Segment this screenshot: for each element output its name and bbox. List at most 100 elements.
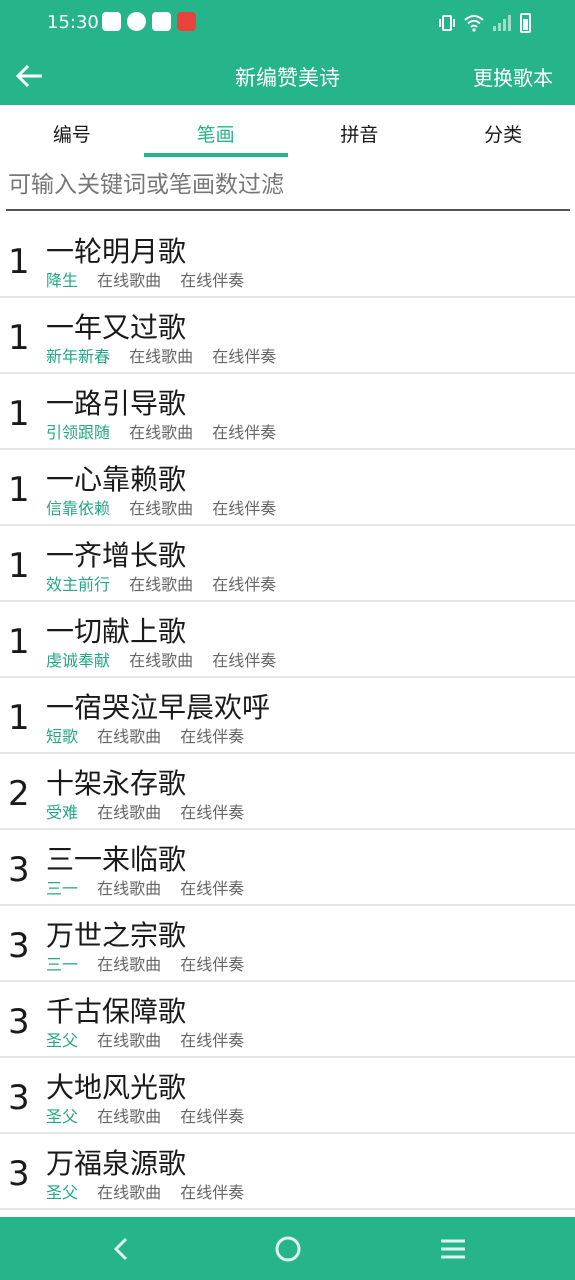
signal-icon [493, 15, 511, 31]
nav-menu-icon[interactable] [435, 1231, 471, 1267]
online-accompaniment-link[interactable]: 在线伴奏 [180, 1031, 244, 1050]
nav-home-icon[interactable] [270, 1231, 306, 1267]
song-title[interactable]: 一切献上歌 [46, 610, 186, 650]
song-row[interactable]: 1 一心靠赖歌 信靠依赖 在线歌曲 在线伴奏 [0, 450, 575, 526]
tab-strokes[interactable]: 笔画 [143, 105, 288, 159]
battery-icon [520, 13, 531, 33]
song-title[interactable]: 万世之宗歌 [46, 914, 186, 954]
song-category: 效主前行 [46, 575, 111, 594]
song-row[interactable]: 1 一切献上歌 虔诚奉献 在线歌曲 在线伴奏 [0, 602, 575, 678]
song-row[interactable]: 3 大地风光歌 圣父 在线歌曲 在线伴奏 [0, 1058, 575, 1134]
song-category: 降生 [46, 271, 79, 290]
tab-pinyin[interactable]: 拼音 [288, 105, 432, 159]
song-category: 三一 [46, 879, 79, 898]
song-title[interactable]: 一心靠赖歌 [46, 458, 186, 498]
online-accompaniment-link[interactable]: 在线伴奏 [180, 727, 244, 746]
song-row[interactable]: 1 一路引导歌 引领跟随 在线歌曲 在线伴奏 [0, 374, 575, 450]
mail-icon [102, 12, 121, 31]
system-icons [438, 13, 531, 33]
song-title[interactable]: 一轮明月歌 [46, 230, 186, 270]
online-accompaniment-link[interactable]: 在线伴奏 [212, 651, 276, 670]
filter-input[interactable] [6, 166, 572, 198]
song-meta: 信靠依赖 在线歌曲 在线伴奏 [46, 495, 290, 519]
online-song-link[interactable]: 在线歌曲 [97, 1031, 161, 1050]
online-song-link[interactable]: 在线歌曲 [97, 271, 161, 290]
notification-icons [102, 12, 196, 31]
online-accompaniment-link[interactable]: 在线伴奏 [180, 1183, 244, 1202]
online-song-link[interactable]: 在线歌曲 [129, 347, 193, 366]
online-song-link[interactable]: 在线歌曲 [97, 879, 161, 898]
song-category: 受难 [46, 803, 79, 822]
online-song-link[interactable]: 在线歌曲 [97, 803, 161, 822]
stroke-count: 1 [8, 546, 30, 586]
song-title[interactable]: 万福泉源歌 [46, 1142, 186, 1182]
online-song-link[interactable]: 在线歌曲 [129, 575, 193, 594]
filter-field [6, 166, 572, 211]
song-row[interactable]: 3 千古保障歌 圣父 在线歌曲 在线伴奏 [0, 982, 575, 1058]
song-meta: 新年新春 在线歌曲 在线伴奏 [46, 343, 290, 367]
online-song-link[interactable]: 在线歌曲 [97, 727, 161, 746]
song-row[interactable]: 3 三一来临歌 三一 在线歌曲 在线伴奏 [0, 830, 575, 906]
song-title[interactable]: 千古保障歌 [46, 990, 186, 1030]
nav-back-icon[interactable] [104, 1231, 140, 1267]
online-accompaniment-link[interactable]: 在线伴奏 [180, 879, 244, 898]
change-songbook-button[interactable]: 更换歌本 [473, 62, 553, 91]
online-accompaniment-link[interactable]: 在线伴奏 [212, 423, 276, 442]
tab-number[interactable]: 编号 [0, 105, 144, 159]
online-accompaniment-link[interactable]: 在线伴奏 [180, 955, 244, 974]
song-category: 圣父 [46, 1183, 79, 1202]
song-row[interactable]: 2 十架永存歌 受难 在线歌曲 在线伴奏 [0, 754, 575, 830]
song-list: 1 一轮明月歌 降生 在线歌曲 在线伴奏 1 一年又过歌 新年新春 在线歌曲 在… [0, 222, 575, 1210]
tab-category[interactable]: 分类 [431, 105, 575, 159]
online-song-link[interactable]: 在线歌曲 [97, 1183, 161, 1202]
stroke-count: 3 [8, 1154, 30, 1194]
online-song-link[interactable]: 在线歌曲 [129, 423, 193, 442]
song-meta: 短歌 在线歌曲 在线伴奏 [46, 723, 258, 747]
song-meta: 引领跟随 在线歌曲 在线伴奏 [46, 419, 290, 443]
song-title[interactable]: 一年又过歌 [46, 306, 186, 346]
song-title[interactable]: 十架永存歌 [46, 762, 186, 802]
song-meta: 降生 在线歌曲 在线伴奏 [46, 267, 258, 291]
online-accompaniment-link[interactable]: 在线伴奏 [180, 1107, 244, 1126]
song-title[interactable]: 三一来临歌 [46, 838, 186, 878]
stroke-count: 2 [8, 774, 30, 814]
song-category: 三一 [46, 955, 79, 974]
stroke-count: 3 [8, 850, 30, 890]
tab-bar: 编号 笔画 拼音 分类 [0, 105, 575, 159]
song-category: 信靠依赖 [46, 499, 111, 518]
song-row[interactable]: 1 一宿哭泣早晨欢呼 短歌 在线歌曲 在线伴奏 [0, 678, 575, 754]
online-accompaniment-link[interactable]: 在线伴奏 [212, 575, 276, 594]
online-song-link[interactable]: 在线歌曲 [97, 1107, 161, 1126]
song-category: 圣父 [46, 1031, 79, 1050]
song-title[interactable]: 一宿哭泣早晨欢呼 [46, 686, 270, 726]
song-row[interactable]: 1 一轮明月歌 降生 在线歌曲 在线伴奏 [0, 222, 575, 298]
book-app-icon [152, 12, 171, 31]
stroke-count: 3 [8, 1002, 30, 1042]
online-accompaniment-link[interactable]: 在线伴奏 [180, 803, 244, 822]
online-song-link[interactable]: 在线歌曲 [129, 499, 193, 518]
song-title[interactable]: 大地风光歌 [46, 1066, 186, 1106]
red-app-icon [177, 12, 196, 31]
stroke-count: 3 [8, 1078, 30, 1118]
online-song-link[interactable]: 在线歌曲 [97, 955, 161, 974]
wifi-icon [464, 15, 484, 32]
song-category: 短歌 [46, 727, 79, 746]
song-row[interactable]: 3 万福泉源歌 圣父 在线歌曲 在线伴奏 [0, 1134, 575, 1210]
stroke-count: 1 [8, 394, 30, 434]
song-row[interactable]: 1 一年又过歌 新年新春 在线歌曲 在线伴奏 [0, 298, 575, 374]
status-time: 15:30 [47, 12, 99, 33]
online-accompaniment-link[interactable]: 在线伴奏 [212, 347, 276, 366]
clock-app-icon [127, 12, 146, 31]
song-title[interactable]: 一路引导歌 [46, 382, 186, 422]
online-accompaniment-link[interactable]: 在线伴奏 [212, 499, 276, 518]
song-meta: 受难 在线歌曲 在线伴奏 [46, 799, 258, 823]
song-meta: 效主前行 在线歌曲 在线伴奏 [46, 571, 290, 595]
song-meta: 圣父 在线歌曲 在线伴奏 [46, 1179, 258, 1203]
song-row[interactable]: 1 一齐增长歌 效主前行 在线歌曲 在线伴奏 [0, 526, 575, 602]
stroke-count: 1 [8, 470, 30, 510]
online-accompaniment-link[interactable]: 在线伴奏 [180, 271, 244, 290]
song-title[interactable]: 一齐增长歌 [46, 534, 186, 574]
song-row[interactable]: 3 万世之宗歌 三一 在线歌曲 在线伴奏 [0, 906, 575, 982]
online-song-link[interactable]: 在线歌曲 [129, 651, 193, 670]
song-meta: 三一 在线歌曲 在线伴奏 [46, 951, 258, 975]
